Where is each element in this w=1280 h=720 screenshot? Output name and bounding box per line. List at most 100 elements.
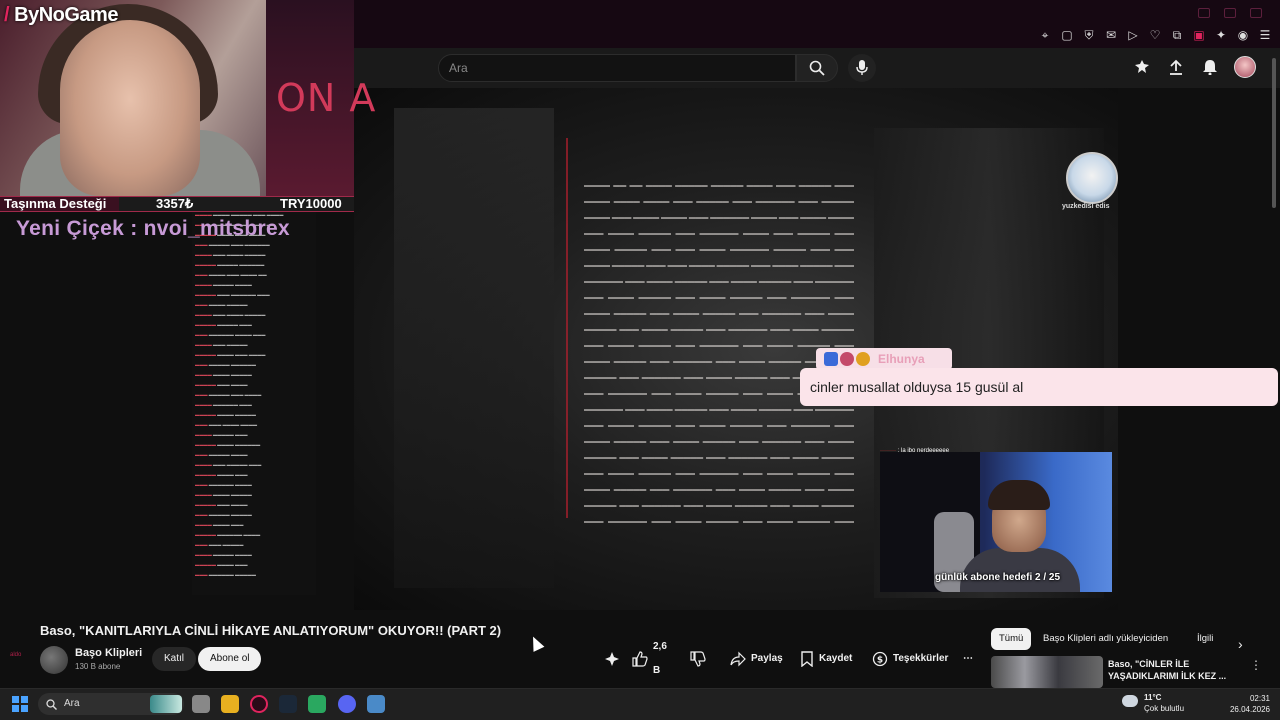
taskbar-clock[interactable]: 02:31 26.04.2026 <box>1220 693 1270 715</box>
badge-icon <box>856 352 870 366</box>
close-button[interactable] <box>1250 8 1262 18</box>
profile-icon[interactable]: ◉ <box>1236 28 1250 42</box>
heart-icon[interactable]: ♡ <box>1148 28 1162 42</box>
bookmark-icon[interactable]: ⌖ <box>1038 28 1052 42</box>
chat-line: ▬▬▬ ▬▬▬▬▬ ▬▬▬ ▬▬▬▬▬▬ <box>195 242 270 247</box>
chat-line: ▬▬▬ ▬▬▬▬▬ ▬▬▬▬▬▬ <box>195 362 256 367</box>
voice-search-button[interactable] <box>848 54 876 82</box>
subscribe-button[interactable]: Abone ol <box>198 647 262 671</box>
scrollbar[interactable] <box>1272 58 1276 208</box>
brand-name: ByNoGame <box>14 4 118 26</box>
chat-line: ▬▬▬▬ ▬▬▬▬▬▬ ▬▬▬ <box>195 402 252 407</box>
windows-start-icon[interactable] <box>12 696 28 712</box>
sparkle-icon <box>605 652 619 666</box>
chip-uploader[interactable]: Başo Klipleri adlı yükleyiciden <box>1035 628 1176 650</box>
more-actions-button[interactable]: ⋯ <box>958 647 978 671</box>
guest-body <box>960 548 1080 592</box>
badge-icon <box>824 352 838 366</box>
related-video-menu-icon[interactable]: ⋮ <box>1250 658 1262 672</box>
channel-name[interactable]: Başo Klipleri <box>75 647 142 659</box>
join-button[interactable]: Katıl <box>152 647 197 671</box>
channel-logo: / ByNoGame <box>4 4 118 27</box>
chat-line: ▬▬▬▬▬ ▬▬▬▬▬ ▬▬▬ <box>195 322 252 327</box>
search-icon <box>46 699 57 710</box>
share-button[interactable]: Paylaş <box>730 647 783 671</box>
save-button[interactable]: Kaydet <box>800 647 852 671</box>
chat-line: ▬▬▬▬ ▬▬▬▬▬ ▬▬▬▬ <box>195 282 252 287</box>
chat-line: ▬▬▬ ▬▬▬▬▬ ▬▬▬▬ <box>195 452 248 457</box>
like-button[interactable]: 2,6 B <box>632 641 667 676</box>
chat-line: ▬▬▬▬ ▬▬▬ ▬▬▬▬ ▬▬▬▬▬ <box>195 252 266 257</box>
cat-avatar-name: yuzkedisi edis <box>1062 203 1110 210</box>
channel-avatar[interactable] <box>40 646 68 674</box>
thumbs-up-icon <box>632 651 648 667</box>
chevron-right-icon[interactable]: › <box>1238 636 1243 652</box>
chat-line: ▬▬▬▬ ▬▬▬ ▬▬▬▬▬ <box>195 342 248 347</box>
search-button[interactable] <box>796 54 838 82</box>
extension-icon[interactable]: ⧉ <box>1170 28 1184 42</box>
thumbs-down-icon <box>690 651 706 667</box>
shield-icon[interactable]: ⛨ <box>1082 28 1096 42</box>
chat-line: ▬▬▬ ▬▬▬ ▬▬▬▬ ▬▬▬▬ <box>195 422 258 427</box>
clock-date: 26.04.2026 <box>1229 705 1270 714</box>
cat-avatar <box>1066 152 1118 204</box>
dislike-button[interactable] <box>690 647 706 671</box>
chat-line: ▬▬▬ ▬▬▬ ▬▬▬▬▬ <box>195 542 244 547</box>
chip-all[interactable]: Tümü <box>991 628 1032 650</box>
logo-slash-icon: / <box>4 4 10 26</box>
menu-icon[interactable]: ☰ <box>1258 28 1272 42</box>
microphone-icon <box>856 60 868 75</box>
folder-icon[interactable] <box>221 695 239 713</box>
video-scene-door <box>394 108 554 588</box>
discord-icon[interactable] <box>338 695 356 713</box>
support-goal-bar: Taşınma Desteği 3357₺ TRY10000 <box>0 196 354 212</box>
edge-tag: aldo <box>10 652 22 658</box>
minimize-button[interactable] <box>1198 8 1210 18</box>
extension-icon[interactable] <box>1132 57 1152 77</box>
chat-line: ▬▬▬▬▬ ▬▬▬▬ ▬▬▬ ▬▬▬▬ <box>195 352 266 357</box>
chat-line: ▬▬▬▬▬ ▬▬▬▬ ▬▬▬ <box>195 562 248 567</box>
search-icon <box>809 60 825 76</box>
play-icon[interactable]: ▷ <box>1126 28 1140 42</box>
opera-gx-icon[interactable] <box>250 695 268 713</box>
chat-line: ▬▬▬ ▬▬▬▬▬▬ ▬▬▬▬ <box>195 482 252 487</box>
mail-icon[interactable]: ✉ <box>1104 28 1118 42</box>
badge-icon <box>840 352 854 366</box>
poster-text: ON A <box>276 76 377 120</box>
stream-chat-overlay: ▬▬▬▬ ▬▬▬▬ ▬▬▬▬▬ ▬▬▬ ▬▬▬▬ ▬▬▬ ▬▬▬ ▬▬▬▬▬▬ … <box>192 210 316 595</box>
chip-related[interactable]: İlgili <box>1189 628 1221 650</box>
chat-line: ▬▬▬▬ ▬▬▬ ▬▬▬▬▬ ▬▬▬ <box>195 462 262 467</box>
upload-icon[interactable] <box>1166 57 1186 77</box>
pink-extension-icon[interactable]: ▣ <box>1192 28 1206 42</box>
account-avatar[interactable] <box>1234 56 1256 78</box>
maximize-button[interactable] <box>1224 8 1236 18</box>
settings-app-icon[interactable] <box>367 695 385 713</box>
chat-alert-username: Elhunya <box>878 352 925 366</box>
chat-line: ▬▬▬ ▬▬▬▬▬▬ ▬▬▬▬ ▬▬▬ <box>195 332 266 337</box>
share-icon <box>730 651 746 667</box>
search-input[interactable]: Ara <box>438 54 796 82</box>
subscriber-goal: günlük abone hedefi 2 / 25 <box>935 572 1061 583</box>
support-goal-target: TRY10000 <box>280 196 342 211</box>
puzzle-icon[interactable]: ✦ <box>1214 28 1228 42</box>
screenshot-icon[interactable]: ▢ <box>1060 28 1074 42</box>
header-actions <box>1132 56 1256 78</box>
chat-line: ▬▬▬▬ ▬▬▬ ▬▬▬▬ ▬▬▬▬▬ <box>195 312 266 317</box>
bookmark-icon <box>801 651 813 667</box>
guest-webcam <box>880 452 1112 592</box>
taskbar-widget-icon[interactable] <box>150 695 182 713</box>
sparkle-button[interactable] <box>604 647 620 671</box>
steam-icon[interactable] <box>279 695 297 713</box>
related-video-thumbnail[interactable] <box>991 656 1103 688</box>
video-title: Baso, "KANITLARIYLA CİNLİ HİKAYE ANLATIY… <box>40 623 502 638</box>
related-video-title[interactable]: Baso, "CİNLER İLE YAŞADIKLARIMI İLK KEZ … <box>1108 658 1238 682</box>
save-label: Kaydet <box>819 653 853 664</box>
chat-line: ▬▬▬▬▬ ▬▬▬ ▬▬▬▬▬▬ ▬▬▬ <box>195 292 270 297</box>
taskbar-files-icon[interactable] <box>192 695 210 713</box>
game-app-icon[interactable] <box>308 695 326 713</box>
chat-line: ▬▬▬▬▬ ▬▬▬▬▬ ▬▬▬▬▬▬ <box>195 262 265 267</box>
thanks-button[interactable]: $ Teşekkürler <box>872 647 948 671</box>
bell-icon[interactable] <box>1200 57 1220 77</box>
thanks-label: Teşekkürler <box>893 653 949 664</box>
chat-line: ▬▬▬▬ ▬▬▬▬ ▬▬▬ <box>195 522 244 527</box>
